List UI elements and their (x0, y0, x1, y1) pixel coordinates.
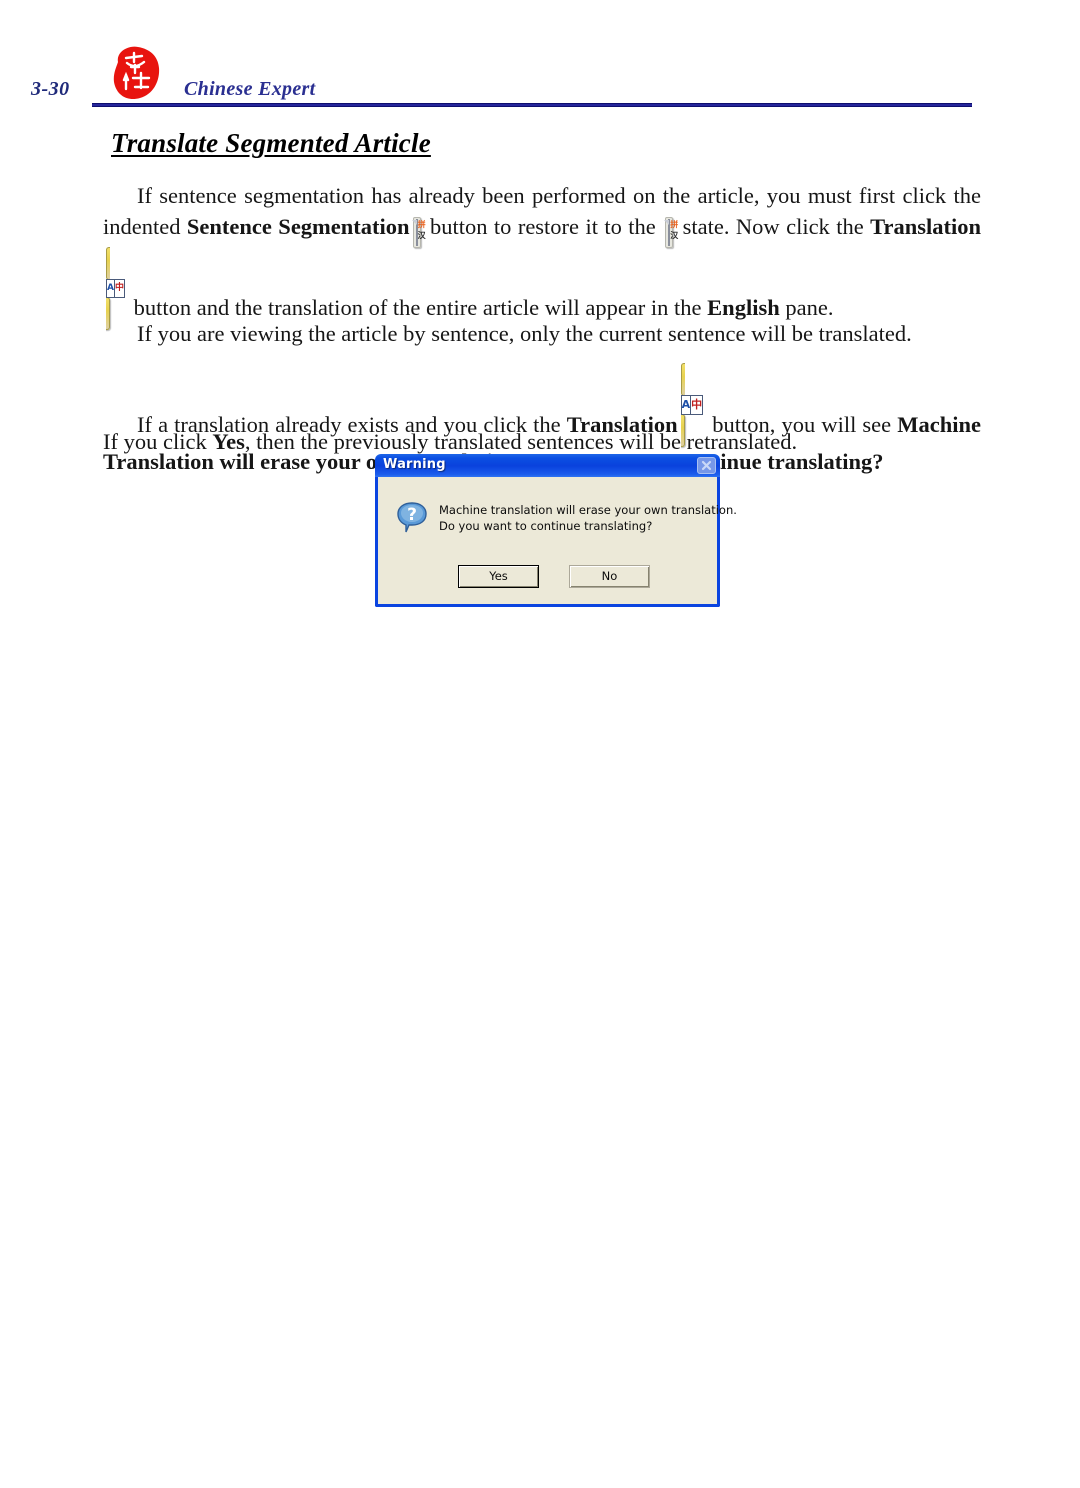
paragraph-4-text-b: , then the previously translated sentenc… (244, 429, 798, 454)
no-button[interactable]: No (569, 565, 650, 588)
paragraph-1: If sentence segmentation has already bee… (103, 180, 981, 330)
translation-label: Translation (870, 214, 981, 239)
svg-text:?: ? (407, 505, 417, 525)
translation-icon-left-glyph: A (107, 280, 115, 297)
translation-icon-left-glyph: A (682, 396, 692, 414)
paragraph-1-text-d: button and the translation of the entire… (127, 295, 708, 320)
paragraph-2: If you are viewing the article by senten… (103, 318, 981, 349)
dialog-message-line-1: Machine translation will erase your own … (439, 503, 737, 517)
dialog-title: Warning (383, 457, 446, 472)
warning-dialog: Warning ? Machine translation will erase… (375, 454, 737, 607)
sentence-segmentation-label: Sentence Segmentation (186, 214, 410, 239)
page-header: 3-30 Chinese Expert (0, 0, 1080, 120)
translation-icon-right-glyph: 中 (114, 283, 124, 293)
yes-button[interactable]: Yes (458, 565, 539, 588)
page-number: 3-30 (31, 78, 70, 100)
paragraph-1-text-c: state. Now click the (676, 214, 871, 239)
paragraph-1-text-e: pane. (779, 295, 834, 320)
header-rule (92, 103, 972, 107)
english-pane-label: English (707, 295, 780, 320)
sentence-segmentation-icon[interactable]: 拼汉 (412, 217, 426, 248)
translation-icon-right-glyph: 中 (691, 398, 703, 411)
sentence-segmentation-icon[interactable]: 拼汉 (665, 217, 678, 248)
dialog-message: Machine translation will erase your own … (439, 503, 737, 534)
yes-keyword: Yes (212, 429, 245, 454)
question-mark-icon: ? (395, 501, 431, 535)
paragraph-4-text-a: If you click (103, 429, 213, 454)
translation-icon[interactable]: A中 (106, 247, 125, 330)
paragraph-1-text-b: button to restore it to the (423, 214, 663, 239)
red-seal-chop-icon (104, 42, 166, 104)
brand-name: Chinese Expert (184, 78, 316, 100)
paragraph-4: If you click Yes, then the previously tr… (103, 426, 981, 457)
dialog-message-line-2: Do you want to continue translating? (439, 518, 653, 533)
dialog-titlebar[interactable]: Warning (375, 454, 720, 477)
page-title: Translate Segmented Article (111, 128, 431, 158)
close-icon[interactable] (697, 457, 716, 474)
dialog-button-row: Yes No (458, 565, 650, 588)
paragraph-2-text: If you are viewing the article by senten… (137, 321, 912, 346)
